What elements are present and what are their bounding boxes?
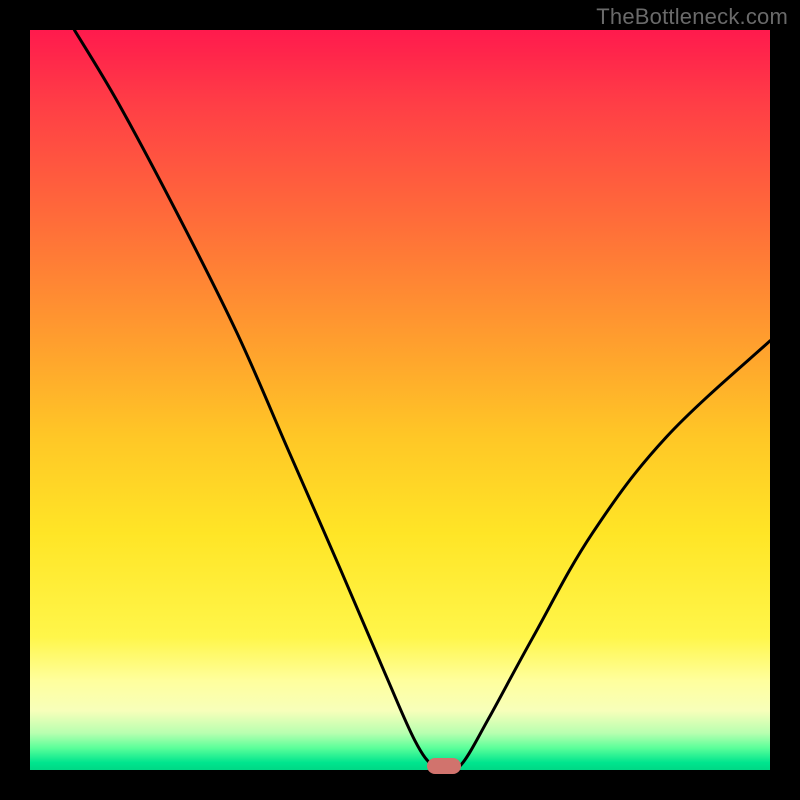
optimal-marker [427,758,461,774]
attribution-label: TheBottleneck.com [596,4,788,30]
curve-svg [30,30,770,770]
bottleneck-curve [74,30,770,770]
chart-frame: TheBottleneck.com [0,0,800,800]
plot-area [30,30,770,770]
